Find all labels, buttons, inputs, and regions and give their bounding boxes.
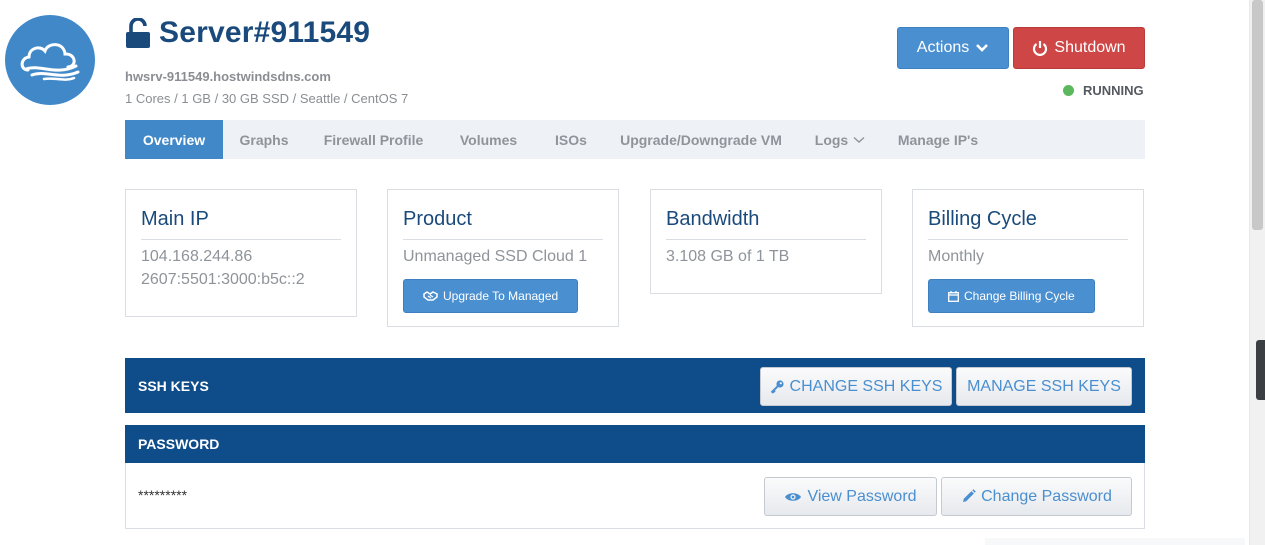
manage-ssh-keys-button[interactable]: MANAGE SSH KEYS — [956, 367, 1132, 406]
password-title: PASSWORD — [138, 436, 220, 452]
password-panel-header: PASSWORD — [125, 425, 1145, 463]
billing-cycle-value: Monthly — [928, 248, 985, 265]
page-title: Server#911549 — [159, 16, 371, 49]
next-row-edge — [985, 538, 1245, 545]
change-password-button[interactable]: Change Password — [941, 477, 1132, 516]
main-ip-card: Main IP 104.168.244.86 2607:5501:3000:b5… — [125, 189, 357, 317]
handshake-icon — [423, 291, 438, 301]
ipv6-address: 2607:5501:3000:b5c::2 — [141, 271, 305, 288]
scrollbar-thumb[interactable] — [1252, 0, 1263, 230]
billing-cycle-card: Billing Cycle Monthly Change Billing Cyc… — [912, 189, 1144, 327]
bandwidth-usage: 3.108 GB of 1 TB — [666, 248, 790, 265]
server-hostname: hwsrv-911549.hostwindsdns.com — [125, 69, 331, 84]
unlock-icon — [126, 18, 150, 48]
password-mask: ********* — [138, 487, 188, 503]
page-title-row: Server#911549 — [125, 16, 370, 50]
tab-isos[interactable]: ISOs — [535, 120, 607, 159]
calendar-icon — [948, 290, 959, 302]
server-specs: 1 Cores / 1 GB / 30 GB SSD / Seattle / C… — [125, 91, 409, 106]
chevron-down-icon — [853, 136, 865, 143]
actions-label: Actions — [916, 39, 970, 56]
change-ssh-keys-button[interactable]: CHANGE SSH KEYS — [760, 367, 952, 406]
tab-logs[interactable]: Logs — [795, 120, 885, 159]
eye-icon — [785, 492, 802, 501]
card-title: Billing Cycle — [928, 208, 1128, 240]
shutdown-label: Shutdown — [1054, 39, 1126, 56]
tab-firewall-profile[interactable]: Firewall Profile — [305, 120, 442, 159]
product-name: Unmanaged SSD Cloud 1 — [403, 248, 588, 265]
status-indicator: RUNNING — [1063, 83, 1144, 98]
tab-volumes[interactable]: Volumes — [442, 120, 535, 159]
tab-upgrade-downgrade[interactable]: Upgrade/Downgrade VM — [607, 120, 795, 159]
chevron-down-icon — [976, 44, 989, 52]
view-password-button[interactable]: View Password — [764, 477, 937, 516]
card-title: Main IP — [141, 208, 341, 240]
server-dashboard: Server#911549 hwsrv-911549.hostwindsdns.… — [0, 0, 1265, 545]
cloud-logo-icon[interactable] — [5, 15, 95, 105]
upgrade-to-managed-button[interactable]: Upgrade To Managed — [403, 279, 579, 313]
tab-manage-ips[interactable]: Manage IP's — [885, 120, 991, 159]
bandwidth-card: Bandwidth 3.108 GB of 1 TB — [650, 189, 882, 294]
status-text: RUNNING — [1083, 83, 1144, 98]
shutdown-button[interactable]: Shutdown — [1013, 27, 1145, 69]
status-dot-icon — [1063, 85, 1074, 96]
card-title: Product — [403, 208, 603, 240]
server-tabs: Overview Graphs Firewall Profile Volumes… — [125, 120, 1145, 159]
product-card: Product Unmanaged SSD Cloud 1 Upgrade To… — [387, 189, 619, 327]
actions-button[interactable]: Actions — [897, 27, 1009, 69]
ssh-keys-title: SSH KEYS — [138, 377, 209, 394]
key-icon — [770, 380, 784, 394]
ipv4-address: 104.168.244.86 — [141, 248, 253, 265]
card-title: Bandwidth — [666, 208, 866, 240]
change-billing-cycle-button[interactable]: Change Billing Cycle — [928, 279, 1095, 313]
side-widget-tab[interactable] — [1256, 340, 1265, 400]
tab-overview[interactable]: Overview — [125, 120, 223, 159]
tab-graphs[interactable]: Graphs — [223, 120, 305, 159]
power-icon — [1033, 41, 1048, 56]
pencil-icon — [963, 489, 976, 502]
